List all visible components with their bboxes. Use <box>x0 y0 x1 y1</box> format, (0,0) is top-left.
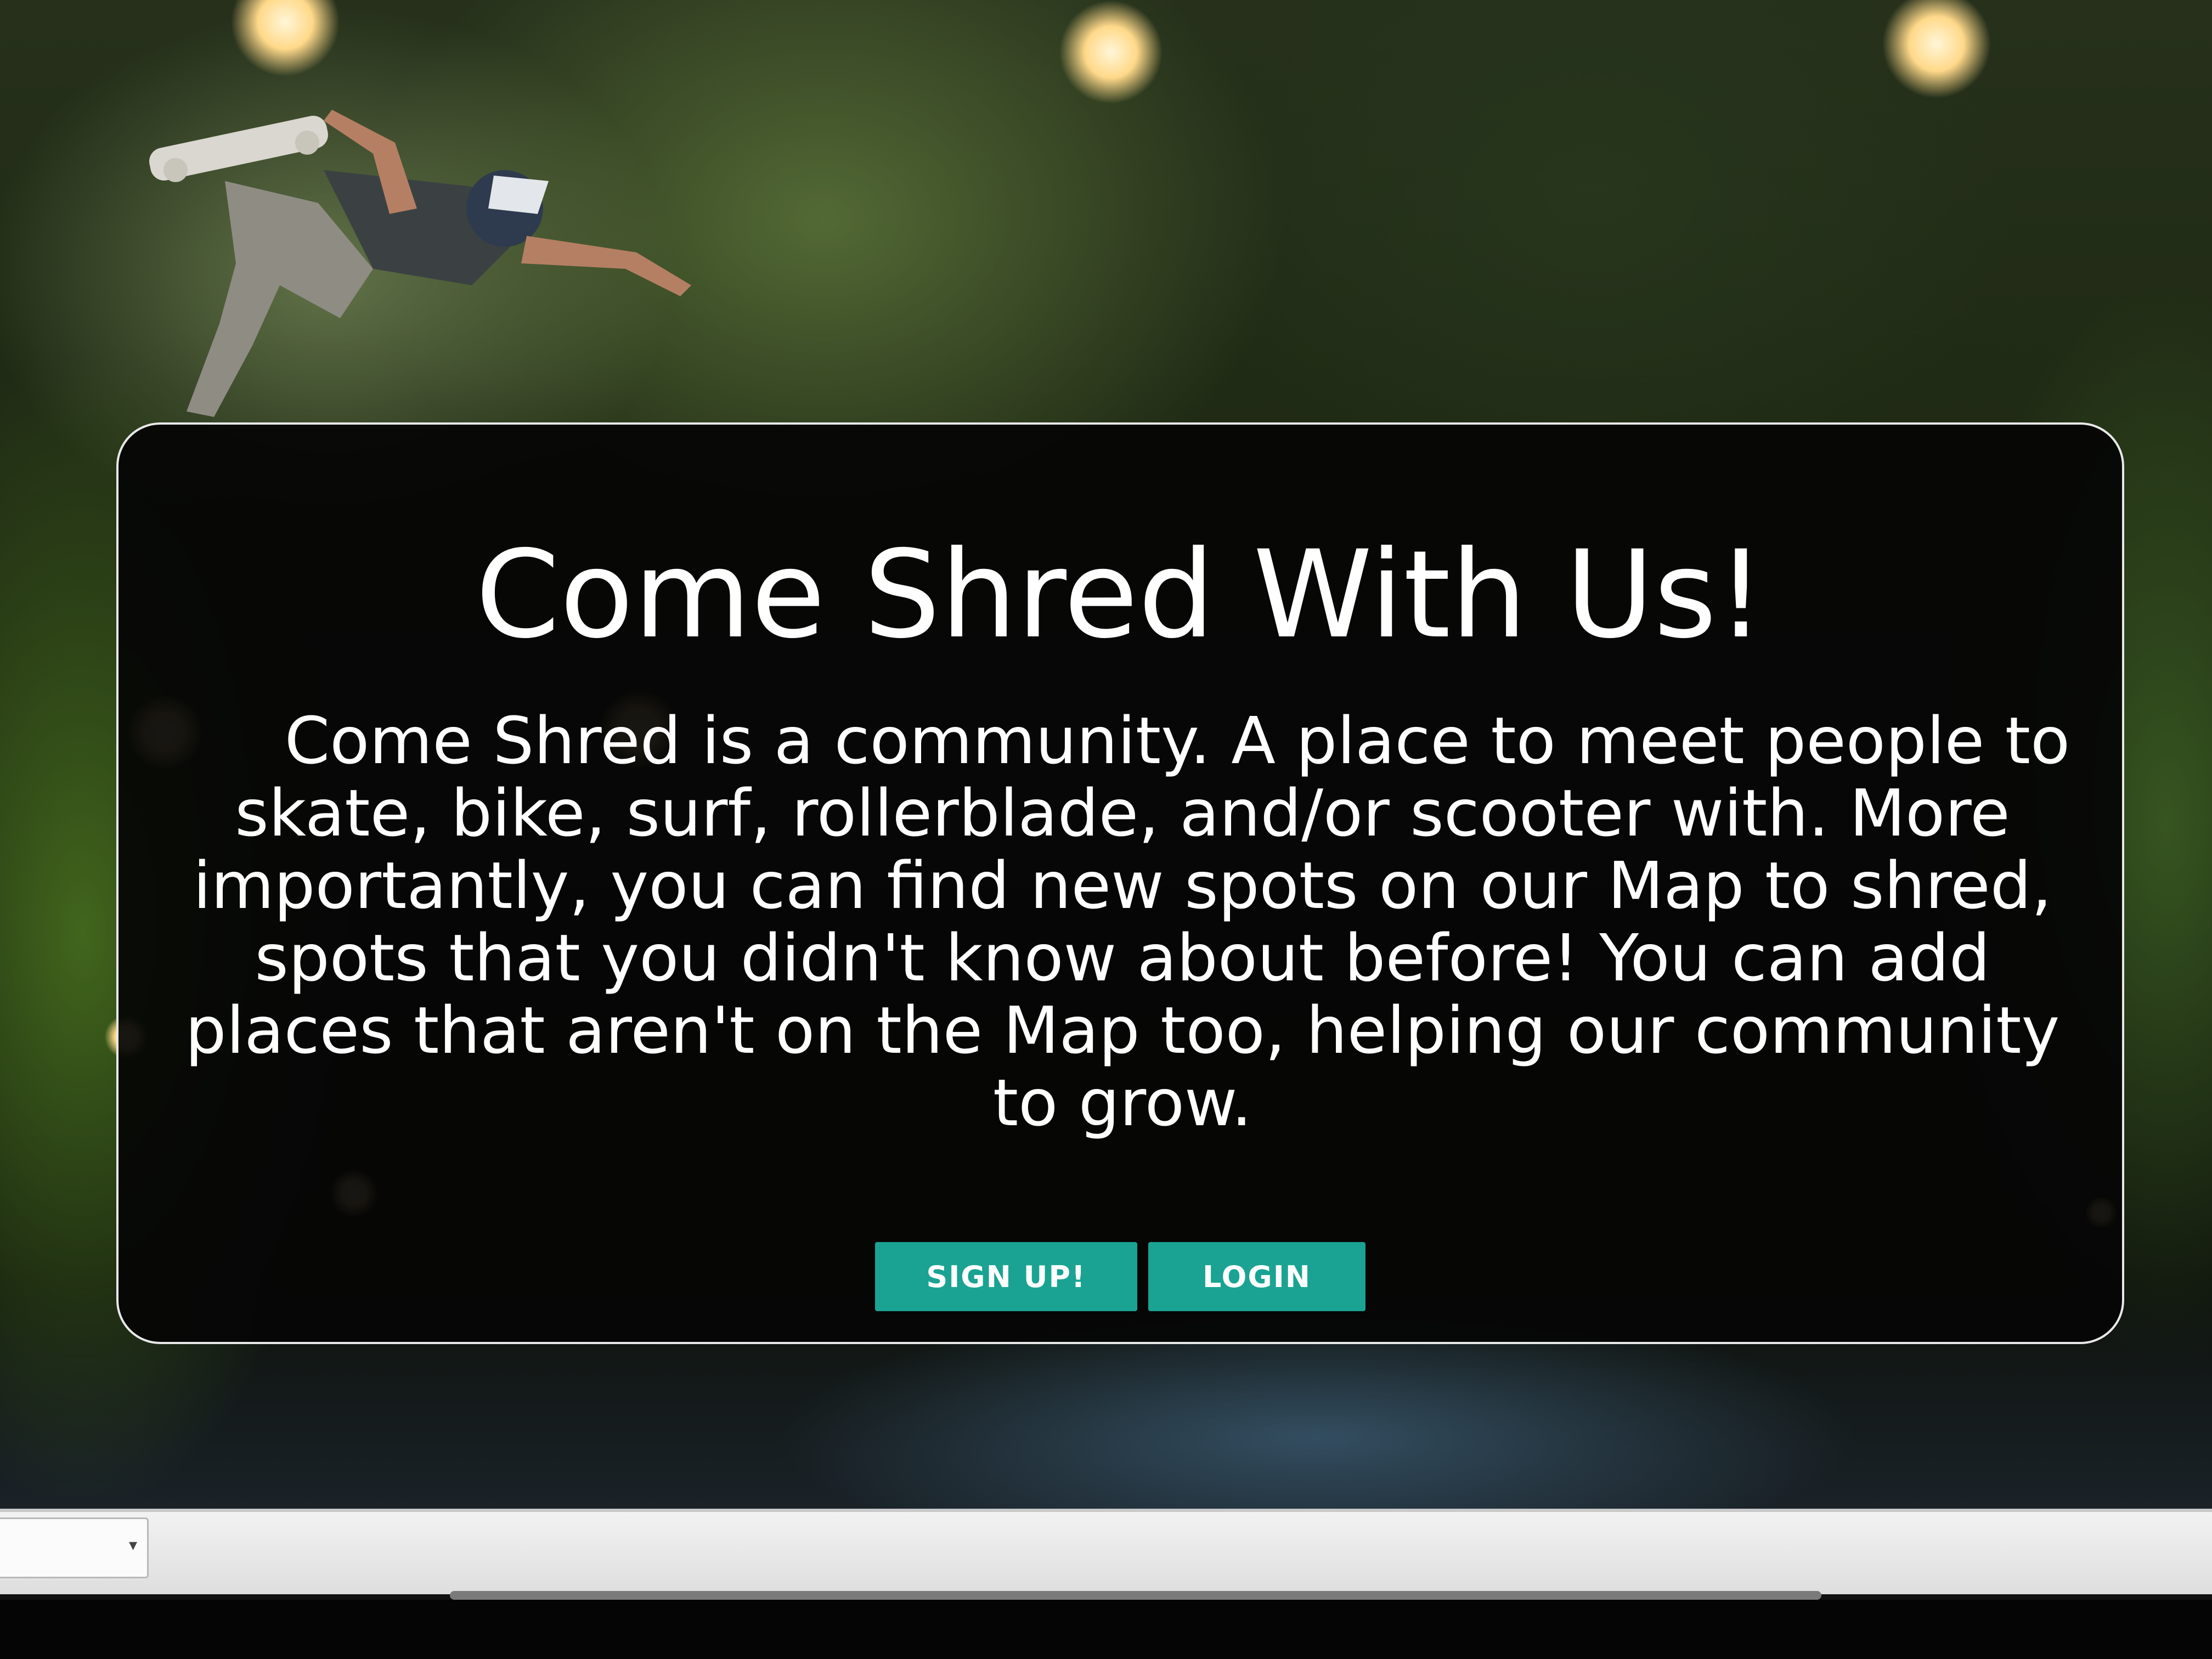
dropdown-select[interactable]: ▾ <box>0 1517 149 1578</box>
browser-bottom-bar: ▾ <box>0 1509 2212 1594</box>
signup-button[interactable]: SIGN UP! <box>875 1242 1137 1311</box>
skater-illustration <box>149 110 691 417</box>
page-title: Come Shred With Us! <box>475 524 1765 665</box>
monitor-bezel <box>0 1600 2212 1659</box>
light-glow <box>230 0 340 77</box>
horizontal-scrollbar[interactable] <box>450 1591 1821 1600</box>
light-glow <box>1882 0 1991 99</box>
action-buttons: SIGN UP! LOGIN <box>119 1242 2122 1311</box>
chevron-down-icon: ▾ <box>128 1536 137 1555</box>
light-glow <box>1059 0 1163 104</box>
login-button[interactable]: LOGIN <box>1148 1242 1365 1311</box>
hero-card: Come Shred With Us! Come Shred is a comm… <box>116 422 2124 1344</box>
app-screen: Come Shred With Us! Come Shred is a comm… <box>0 0 2212 1659</box>
hero-description: Come Shred is a community. A place to me… <box>185 703 2070 1141</box>
